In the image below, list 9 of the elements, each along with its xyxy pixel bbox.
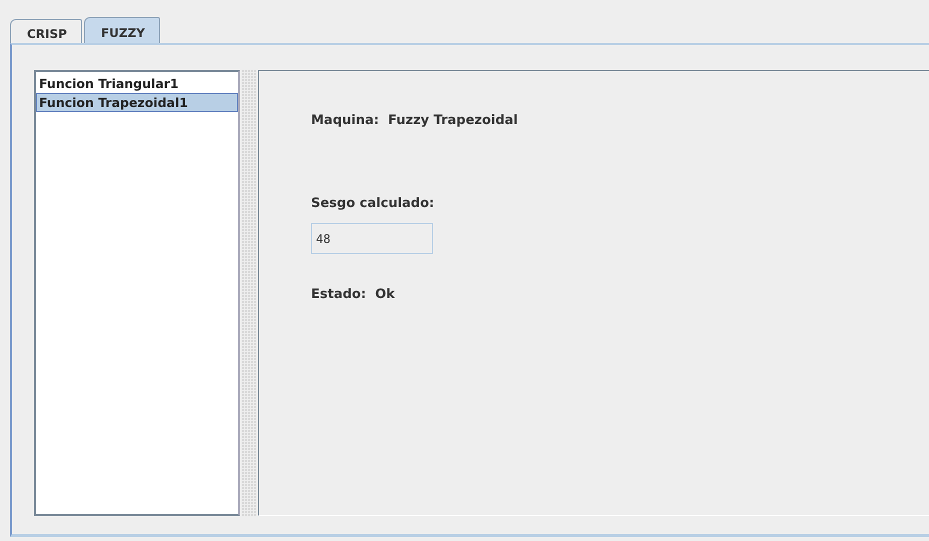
machine-label: Maquina: Fuzzy Trapezoidal — [311, 113, 518, 128]
split-divider-handle[interactable] — [242, 70, 256, 516]
bias-label: Sesgo calculado: — [311, 196, 434, 211]
tab[interactable]: CRISP — [10, 19, 82, 43]
bias-field[interactable]: 48 — [311, 223, 433, 254]
status-label: Estado: Ok — [311, 287, 395, 302]
list-item[interactable]: Funcion Trapezoidal1 — [36, 93, 238, 112]
list-item[interactable]: Funcion Triangular1 — [36, 74, 238, 93]
tab[interactable]: FUZZY — [84, 17, 160, 43]
